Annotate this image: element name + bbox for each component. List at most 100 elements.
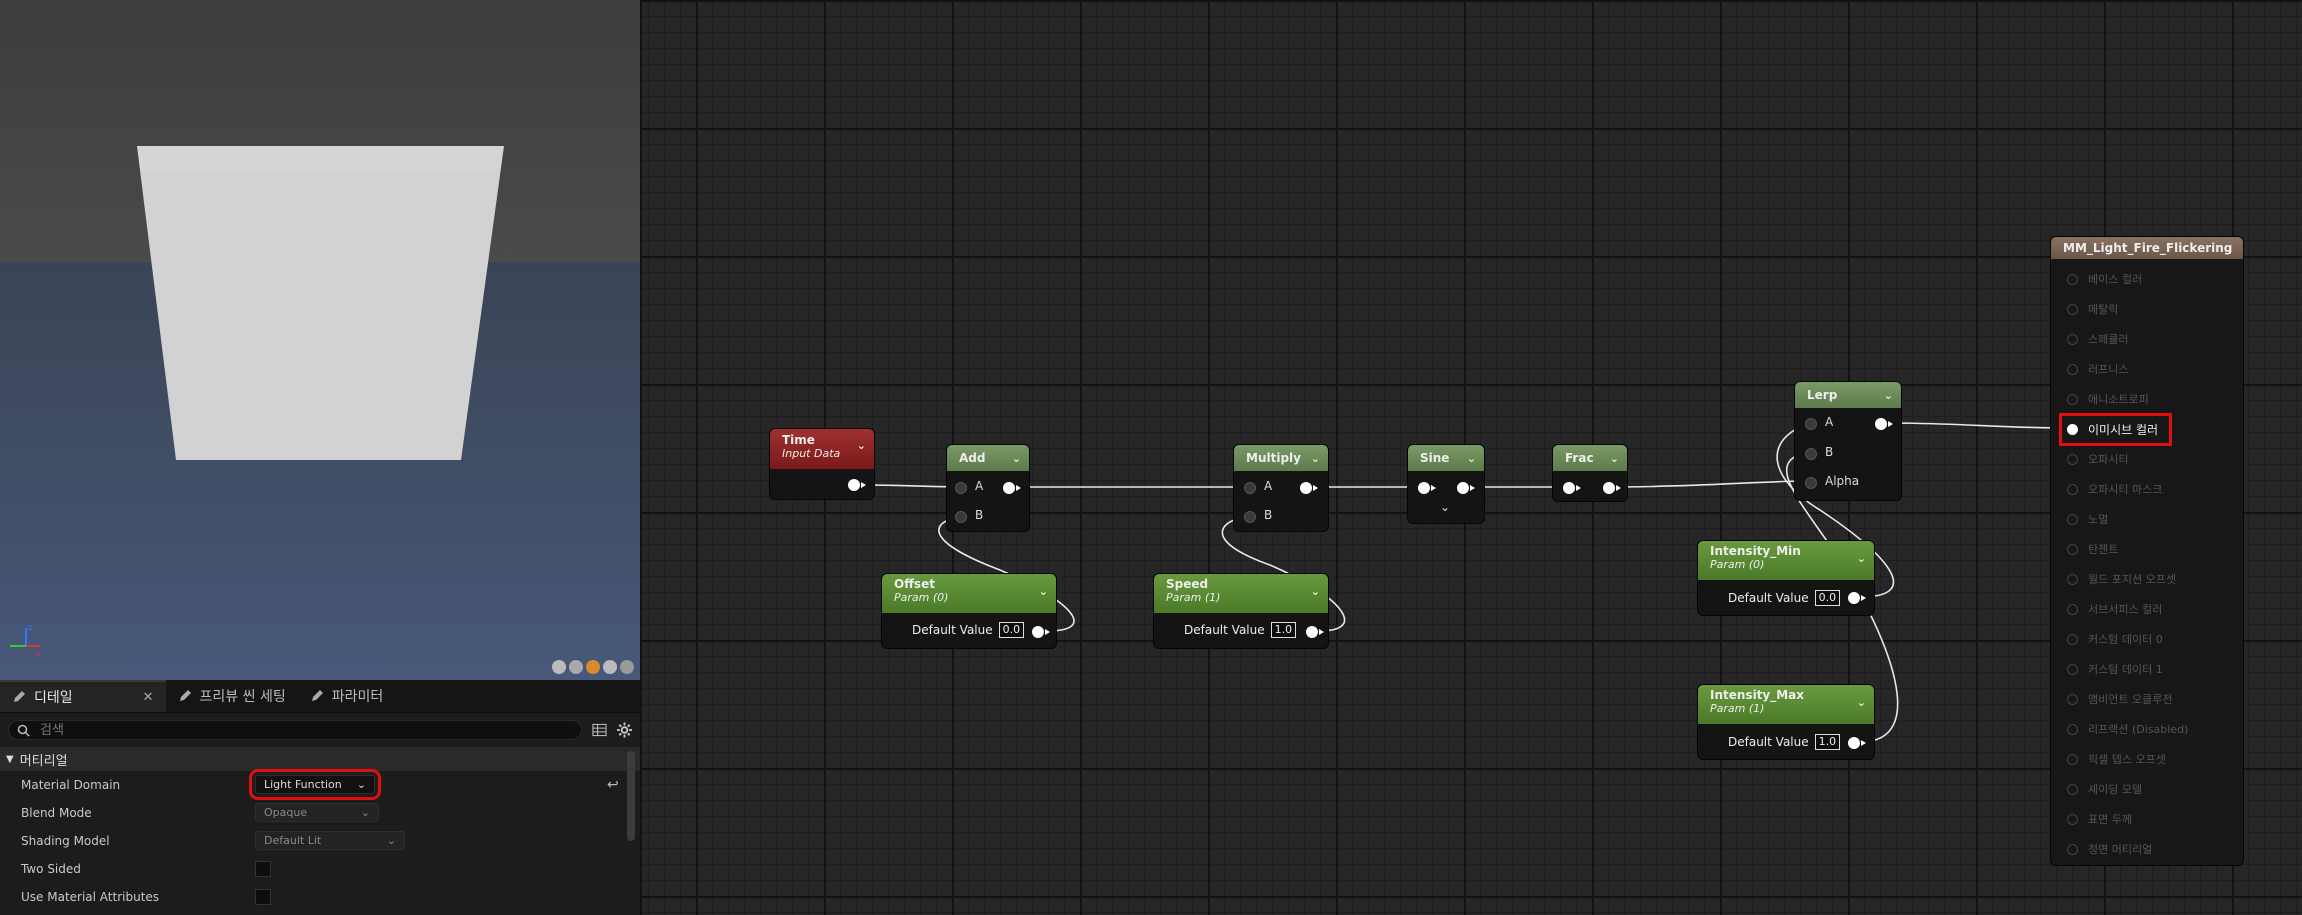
node-lerp[interactable]: Lerp ⌄ A B Alpha (1795, 382, 1901, 500)
tab-parameters[interactable]: 파라미터 (298, 680, 396, 712)
input-pin-b[interactable] (1244, 511, 1256, 523)
input-pin-a[interactable] (1805, 418, 1817, 430)
output-pin[interactable] (848, 479, 866, 491)
gear-icon[interactable] (617, 722, 632, 738)
input-pin-alpha[interactable] (1805, 477, 1817, 489)
input-pin-icon[interactable] (2067, 333, 2078, 345)
teapot-preview-icon[interactable] (620, 660, 634, 674)
material-input-18[interactable]: 표면 두께 (2067, 811, 2132, 827)
input-pin-icon[interactable] (2067, 573, 2078, 585)
input-pin-icon[interactable] (2067, 513, 2078, 525)
input-pin-icon[interactable] (2067, 693, 2078, 705)
section-material[interactable]: ▼ 머티리얼 (0, 747, 640, 771)
plane-preview-icon[interactable] (586, 660, 600, 674)
input-pin-icon[interactable] (2067, 363, 2078, 375)
node-multiply[interactable]: Multiply ⌄ A B (1234, 445, 1328, 531)
material-input-1[interactable]: 메탈릭 (2067, 301, 2118, 317)
chevron-down-icon[interactable]: ⌄ (1039, 585, 1048, 598)
expand-chevron-icon[interactable]: ⌄ (1440, 500, 1450, 514)
input-pin-icon[interactable] (2067, 843, 2078, 855)
output-pin[interactable] (1300, 482, 1318, 494)
node-sine[interactable]: Sine ⌄ ⌄ (1408, 445, 1484, 523)
chevron-down-icon[interactable]: ⌄ (1012, 452, 1021, 465)
material-input-4[interactable]: 애니소트로피 (2067, 391, 2149, 407)
material-input-5[interactable]: 이미시브 컬러 (2058, 413, 2173, 446)
tab-details[interactable]: 디테일 ✕ (0, 680, 166, 712)
reset-to-default-icon[interactable]: ↩ (607, 777, 619, 793)
node-add[interactable]: Add ⌄ A B (947, 445, 1029, 531)
default-value-input[interactable]: 0.0 (1814, 590, 1841, 606)
material-input-14[interactable]: 앰비언트 오클루전 (2067, 691, 2172, 707)
input-pin-icon[interactable] (2067, 633, 2078, 645)
input-pin-a[interactable] (1244, 482, 1256, 494)
use-material-attributes-checkbox[interactable] (255, 888, 271, 905)
input-pin-b[interactable] (1805, 448, 1817, 460)
node-offset-param[interactable]: Offset Param (0) ⌄ Default Value 0.0 (882, 574, 1056, 648)
chevron-down-icon[interactable]: ⌄ (1467, 452, 1476, 465)
node-time[interactable]: Time Input Data ⌄ (770, 429, 874, 499)
material-input-16[interactable]: 픽셀 뎁스 오프셋 (2067, 751, 2166, 767)
two-sided-checkbox[interactable] (255, 860, 271, 877)
chevron-down-icon[interactable]: ⌄ (1884, 389, 1893, 402)
chevron-down-icon[interactable]: ⌄ (1311, 452, 1320, 465)
preview-viewport[interactable]: x z (0, 0, 640, 680)
output-pin[interactable] (1848, 737, 1866, 749)
table-view-icon[interactable] (592, 722, 607, 738)
material-input-15[interactable]: 리프랙션 (Disabled) (2067, 721, 2188, 737)
material-input-10[interactable]: 월드 포지션 오프셋 (2067, 571, 2176, 587)
search-input[interactable] (38, 721, 562, 739)
sphere-preview-icon[interactable] (569, 660, 583, 674)
material-domain-dropdown[interactable]: Light Function ⌄ (249, 769, 381, 800)
chevron-down-icon[interactable]: ⌄ (1610, 452, 1619, 465)
cylinder-preview-icon[interactable] (552, 660, 566, 674)
chevron-down-icon[interactable]: ⌄ (1857, 696, 1866, 709)
material-input-17[interactable]: 셰이딩 모델 (2067, 781, 2142, 797)
default-value-input[interactable]: 0.0 (998, 622, 1025, 638)
input-pin-icon[interactable] (2067, 424, 2078, 435)
material-input-7[interactable]: 오파시티 마스크 (2067, 481, 2162, 497)
node-speed-param[interactable]: Speed Param (1) ⌄ Default Value 1.0 (1154, 574, 1328, 648)
node-intensity-min-param[interactable]: Intensity_Min Param (0) ⌄ Default Value 0… (1698, 541, 1874, 615)
input-pin-icon[interactable] (2067, 453, 2078, 465)
close-icon[interactable]: ✕ (143, 690, 154, 705)
output-pin[interactable] (1848, 592, 1866, 604)
material-input-13[interactable]: 커스텀 데이터 1 (2067, 661, 2163, 677)
output-pin[interactable] (1457, 482, 1475, 494)
input-pin-icon[interactable] (2067, 783, 2078, 795)
material-input-3[interactable]: 러프니스 (2067, 361, 2128, 377)
chevron-down-icon[interactable]: ⌄ (1311, 585, 1320, 598)
default-value-input[interactable]: 1.0 (1814, 734, 1841, 750)
input-pin-icon[interactable] (2067, 393, 2078, 405)
input-pin-icon[interactable] (2067, 603, 2078, 615)
input-pin-icon[interactable] (2067, 813, 2078, 825)
material-input-11[interactable]: 서브서피스 컬러 (2067, 601, 2162, 617)
material-input-12[interactable]: 커스텀 데이터 0 (2067, 631, 2163, 647)
details-scrollbar[interactable] (627, 751, 635, 841)
input-pin-icon[interactable] (2067, 273, 2078, 285)
output-pin[interactable] (1306, 626, 1324, 638)
output-pin[interactable] (1032, 626, 1050, 638)
input-pin-b[interactable] (955, 511, 967, 523)
tab-preview-scene-settings[interactable]: 프리뷰 씬 세팅 (166, 680, 298, 712)
material-input-8[interactable]: 노멀 (2067, 511, 2108, 527)
blend-mode-dropdown[interactable]: Opaque ⌄ (255, 803, 379, 822)
input-pin-icon[interactable] (2067, 483, 2078, 495)
input-pin[interactable] (1563, 482, 1581, 494)
input-pin[interactable] (1418, 482, 1436, 494)
cube-preview-icon[interactable] (603, 660, 617, 674)
input-pin-icon[interactable] (2067, 723, 2078, 735)
input-pin-icon[interactable] (2067, 663, 2078, 675)
material-input-6[interactable]: 오파시티 (2067, 451, 2128, 467)
output-pin[interactable] (1003, 482, 1021, 494)
default-value-input[interactable]: 1.0 (1270, 622, 1297, 638)
material-input-0[interactable]: 베이스 컬러 (2067, 271, 2142, 287)
material-input-19[interactable]: 정면 머티리얼 (2067, 841, 2152, 857)
chevron-down-icon[interactable]: ⌄ (857, 439, 866, 452)
chevron-down-icon[interactable]: ⌄ (1857, 552, 1866, 565)
node-intensity-max-param[interactable]: Intensity_Max Param (1) ⌄ Default Value 1… (1698, 685, 1874, 759)
output-pin[interactable] (1603, 482, 1621, 494)
node-material-result[interactable]: MM_Light_Fire_Flickering 베이스 컬러 메탈릭 스페큘러 러프… (2051, 237, 2243, 865)
input-pin-a[interactable] (955, 482, 967, 494)
input-pin-icon[interactable] (2067, 753, 2078, 765)
output-pin[interactable] (1875, 418, 1893, 430)
